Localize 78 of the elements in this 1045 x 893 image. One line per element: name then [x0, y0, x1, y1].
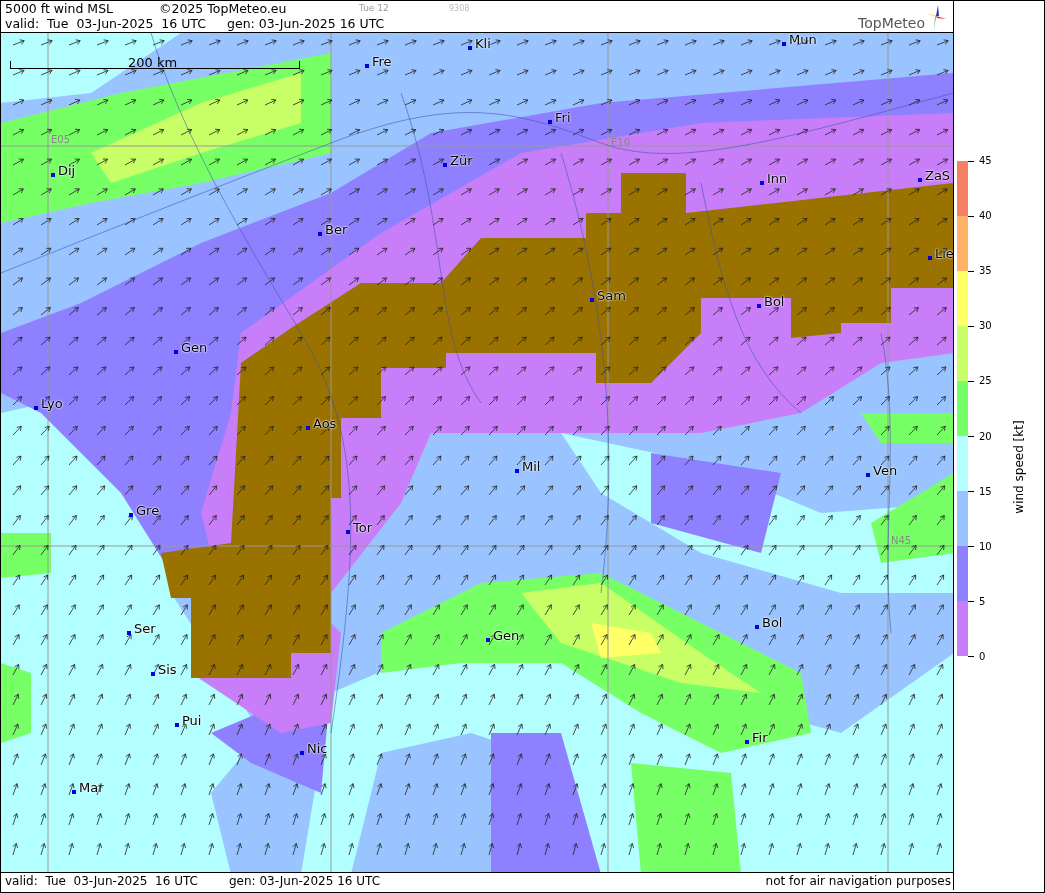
city-marker-icon [760, 181, 764, 185]
city-label: Aos [313, 417, 337, 431]
scale-tick-label: 10 [968, 538, 992, 555]
city-marker-icon [486, 638, 490, 642]
city-label: Fir [752, 731, 768, 745]
city-label: Pui [182, 714, 202, 728]
city-marker-icon [174, 350, 178, 354]
city-label: Mil [522, 460, 541, 474]
city-marker-icon [590, 298, 594, 302]
scale-tick-label: 30 [968, 318, 992, 335]
city-marker-icon [918, 178, 922, 182]
city-label: Fri [555, 111, 571, 125]
code-label: 9308 [449, 3, 470, 15]
city-marker-icon [782, 42, 786, 46]
city-marker-icon [300, 751, 304, 755]
valid-time: valid: Tue 03-Jun-2025 16 UTC [5, 16, 207, 31]
city-marker-icon [755, 625, 759, 629]
city-label: Ser [134, 622, 156, 636]
city-marker-icon [365, 64, 369, 68]
scale-tick-label: 25 [968, 373, 992, 390]
city-marker-icon [745, 740, 749, 744]
city-label: Lie [935, 247, 953, 261]
city-label: Gen [181, 341, 208, 355]
city-label: Tor [353, 521, 373, 535]
disclaimer-text: not for air navigation purposes [765, 873, 952, 890]
city-label: Mar [79, 781, 104, 795]
city-marker-icon [306, 426, 310, 430]
city-marker-icon [443, 163, 447, 167]
city-label: Bol [762, 616, 783, 630]
scale-tick-label: 5 [968, 593, 992, 610]
city-label: Ven [873, 464, 898, 478]
city-label: Bol [764, 295, 785, 309]
generated-time: gen: 03-Jun-2025 16 UTC [229, 873, 382, 890]
city-marker-icon [928, 256, 932, 260]
city-marker-icon [151, 672, 155, 676]
city-label: Mun [789, 33, 817, 47]
city-marker-icon [757, 304, 761, 308]
city-marker-icon [175, 723, 179, 727]
valid-time: valid: Tue 03-Jun-2025 16 UTC [5, 873, 199, 890]
city-marker-icon [548, 120, 552, 124]
city-label: Sam [597, 289, 626, 303]
city-label: Gen [493, 629, 520, 643]
scale-tick-label: 40 [968, 208, 992, 225]
city-label: Lyo [41, 397, 63, 411]
logo-text: TopMeteo [858, 15, 925, 31]
city-label: Gre [136, 504, 160, 518]
city-label: Nic [307, 742, 328, 756]
chart-title: 5000 ft wind MSL [5, 1, 115, 16]
grid-label: E10 [611, 136, 631, 150]
scale-tick-label: 20 [968, 428, 992, 445]
grid-label: E05 [51, 133, 71, 147]
scale-tick-label: 0 [968, 649, 992, 665]
scale-tick-label: 45 [968, 153, 992, 169]
city-label: Inn [767, 172, 788, 186]
run-label: Tue 12 [359, 2, 390, 15]
generated-time: gen: 03-Jun-2025 16 UTC [227, 16, 385, 31]
grid-label: N45 [891, 534, 912, 548]
city-label: Zür [450, 154, 473, 168]
scale-tick-label: 35 [968, 263, 992, 280]
copyright-text: ©2025 TopMeteo.eu [159, 1, 288, 16]
city-marker-icon [515, 469, 519, 473]
city-label: Fre [372, 55, 392, 69]
city-marker-icon [129, 513, 133, 517]
scale-label: 200 km [128, 54, 178, 72]
city-label: Dij [58, 164, 76, 178]
city-label: Sis [158, 663, 177, 677]
city-marker-icon [346, 530, 350, 534]
city-marker-icon [866, 473, 870, 477]
city-marker-icon [127, 631, 131, 635]
city-label: Ber [325, 223, 348, 237]
city-marker-icon [34, 406, 38, 410]
city-marker-icon [468, 46, 472, 50]
city-label: ZaS [925, 169, 951, 183]
city-marker-icon [318, 232, 322, 236]
city-marker-icon [72, 790, 76, 794]
city-label: Kli [475, 37, 491, 51]
scale-tick-label: 15 [968, 483, 992, 500]
city-marker-icon [51, 173, 55, 177]
